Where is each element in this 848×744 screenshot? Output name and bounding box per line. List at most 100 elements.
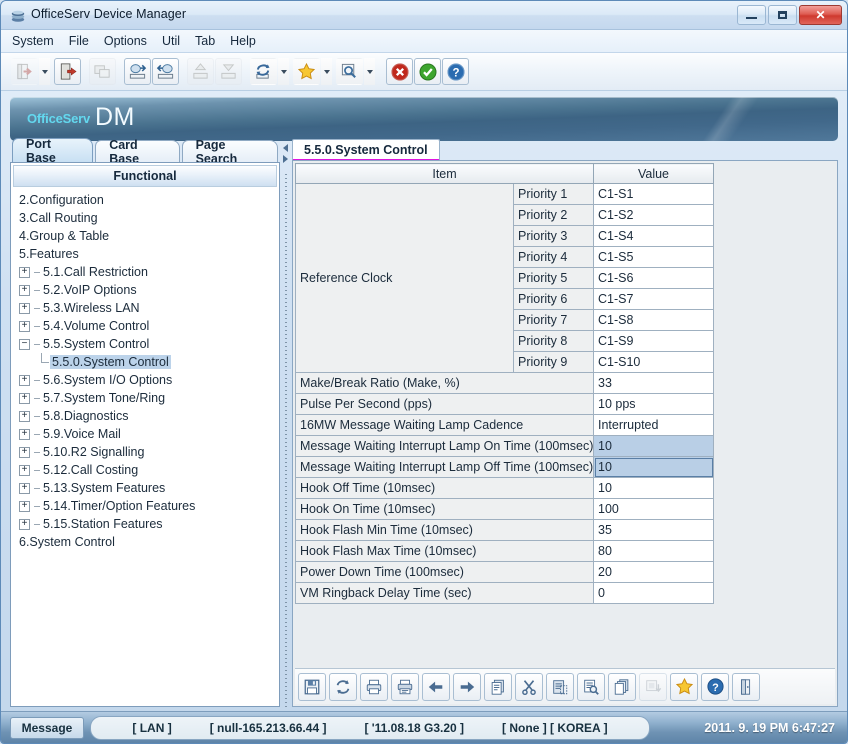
search-icon[interactable] — [336, 58, 363, 85]
table-cell-value[interactable]: C1-S1 — [593, 183, 714, 205]
splitter-expand-right-icon[interactable] — [283, 155, 288, 163]
refresh-icon[interactable] — [250, 58, 277, 85]
tab-card-base[interactable]: Card Base — [95, 138, 180, 166]
exit-icon[interactable] — [732, 672, 760, 701]
cut-icon[interactable] — [515, 672, 543, 701]
tree-item[interactable]: +5.10.R2 Signalling — [13, 443, 277, 461]
table-row[interactable]: Hook Off Time (10msec) 10 — [295, 477, 714, 499]
tree-item[interactable]: 2.Configuration — [13, 191, 277, 209]
pane-splitter[interactable] — [281, 138, 291, 707]
find-icon[interactable] — [577, 672, 605, 701]
table-row[interactable]: Hook Flash Min Time (10msec) 35 — [295, 519, 714, 541]
cancel-icon[interactable] — [386, 58, 413, 85]
table-row[interactable]: VM Ringback Delay Time (sec) 0 — [295, 582, 714, 604]
tree-expand-icon[interactable]: + — [19, 446, 30, 458]
tree-item[interactable]: 3.Call Routing — [13, 209, 277, 227]
menu-file[interactable]: File — [69, 32, 98, 50]
table-cell-value[interactable]: C1-S6 — [593, 267, 714, 289]
tree-item[interactable]: 4.Group & Table — [13, 227, 277, 245]
login-icon[interactable] — [11, 58, 38, 85]
table-cell-value[interactable]: C1-S4 — [593, 225, 714, 247]
table-cell-value[interactable]: 20 — [593, 561, 714, 583]
table-cell-value[interactable]: 33 — [593, 372, 714, 394]
tab-port-base[interactable]: Port Base — [12, 137, 94, 165]
table-cell-value[interactable]: 80 — [593, 540, 714, 562]
table-row[interactable]: Hook Flash Max Time (10msec) 80 — [295, 540, 714, 562]
tree-expand-icon[interactable]: + — [19, 410, 30, 422]
column-header-item[interactable]: Item — [295, 163, 594, 184]
tree-expand-icon[interactable]: + — [19, 320, 30, 332]
functional-tree[interactable]: 2.Configuration 3.Call Routing 4.Group & T… — [13, 188, 277, 704]
column-header-value[interactable]: Value — [593, 163, 714, 184]
menu-help[interactable]: Help — [230, 32, 265, 50]
table-row[interactable]: Message Waiting Interrupt Lamp On Time (… — [295, 435, 714, 457]
table-row[interactable]: Reference Clock Priority 1 C1-S1 — [295, 183, 714, 373]
tree-expand-icon[interactable]: + — [19, 518, 30, 530]
tab-system-control[interactable]: 5.5.0.System Control — [292, 139, 440, 161]
splitter-arrows[interactable] — [282, 141, 290, 171]
table-cell-value[interactable]: 10 pps — [593, 393, 714, 415]
tree-item[interactable]: +5.6.System I/O Options — [13, 371, 277, 389]
tree-item[interactable]: +5.3.Wireless LAN — [13, 299, 277, 317]
confirm-icon[interactable] — [414, 58, 441, 85]
menu-tab[interactable]: Tab — [195, 32, 224, 50]
logout-icon[interactable] — [54, 58, 81, 85]
tree-item[interactable]: 5.Features — [13, 245, 277, 263]
table-row[interactable]: 16MW Message Waiting Lamp Cadence Interru… — [295, 414, 714, 436]
tree-item[interactable]: +5.15.Station Features — [13, 515, 277, 533]
table-cell-value[interactable]: 10 — [593, 456, 714, 478]
copy-icon[interactable] — [484, 672, 512, 701]
splitter-collapse-left-icon[interactable] — [283, 144, 288, 152]
forward-arrow-icon[interactable] — [453, 672, 481, 701]
tree-expand-icon[interactable]: + — [19, 482, 30, 494]
tree-item[interactable]: +5.7.System Tone/Ring — [13, 389, 277, 407]
tree-item[interactable]: +5.13.System Features — [13, 479, 277, 497]
tree-expand-icon[interactable]: + — [19, 284, 30, 296]
table-cell-value[interactable]: C1-S8 — [593, 309, 714, 331]
table-row[interactable]: Hook On Time (10msec) 100 — [295, 498, 714, 520]
help-icon[interactable]: ? — [442, 58, 469, 85]
table-row[interactable]: Pulse Per Second (pps) 10 pps — [295, 393, 714, 415]
table-cell-value[interactable]: C1-S2 — [593, 204, 714, 226]
maximize-button[interactable] — [768, 5, 797, 25]
tree-item[interactable]: +5.8.Diagnostics — [13, 407, 277, 425]
tree-expand-icon[interactable]: + — [19, 500, 30, 512]
tree-item[interactable]: − 5.5.System Control — [13, 335, 277, 353]
status-message-label[interactable]: Message — [10, 716, 84, 739]
table-row[interactable]: Power Down Time (100msec) 20 — [295, 561, 714, 583]
table-row[interactable]: Make/Break Ratio (Make, %) 33 — [295, 372, 714, 394]
tree-item[interactable]: 5.5.0.System Control — [13, 353, 277, 371]
refresh-dropdown-caret-icon[interactable] — [278, 58, 289, 85]
search-dropdown-caret-icon[interactable] — [364, 58, 375, 85]
tree-item[interactable]: +5.1.Call Restriction — [13, 263, 277, 281]
paste-icon[interactable] — [546, 672, 574, 701]
table-cell-value[interactable]: C1-S5 — [593, 246, 714, 268]
table-cell-value[interactable]: 10 — [593, 477, 714, 499]
tree-expand-icon[interactable]: + — [19, 464, 30, 476]
tree-expand-icon[interactable]: + — [19, 302, 30, 314]
table-cell-value[interactable]: C1-S7 — [593, 288, 714, 310]
tab-page-search[interactable]: Page Search — [181, 138, 278, 166]
duplicate-icon[interactable] — [608, 672, 636, 701]
tree-expand-icon[interactable]: + — [19, 428, 30, 440]
tree-expand-icon[interactable]: + — [19, 266, 30, 278]
back-arrow-icon[interactable] — [422, 672, 450, 701]
upload-db-icon[interactable] — [124, 58, 151, 85]
print-preview-icon[interactable] — [391, 672, 419, 701]
tree-collapse-icon[interactable]: − — [19, 338, 30, 350]
favorite-star-icon[interactable] — [293, 58, 320, 85]
tree-expand-icon[interactable]: + — [19, 374, 30, 386]
table-cell-value[interactable]: 35 — [593, 519, 714, 541]
menu-util[interactable]: Util — [162, 32, 189, 50]
tree-item[interactable]: 6.System Control — [13, 533, 277, 551]
refresh-icon[interactable] — [329, 672, 357, 701]
tree-expand-icon[interactable]: + — [19, 392, 30, 404]
menu-options[interactable]: Options — [104, 32, 156, 50]
download-db-icon[interactable] — [152, 58, 179, 85]
table-row[interactable]: Message Waiting Interrupt Lamp Off Time … — [295, 456, 714, 478]
print-icon[interactable] — [360, 672, 388, 701]
table-cell-value[interactable]: C1-S9 — [593, 330, 714, 352]
minimize-button[interactable] — [737, 5, 766, 25]
tree-item[interactable]: +5.9.Voice Mail — [13, 425, 277, 443]
favorite-star-icon[interactable] — [670, 672, 698, 701]
